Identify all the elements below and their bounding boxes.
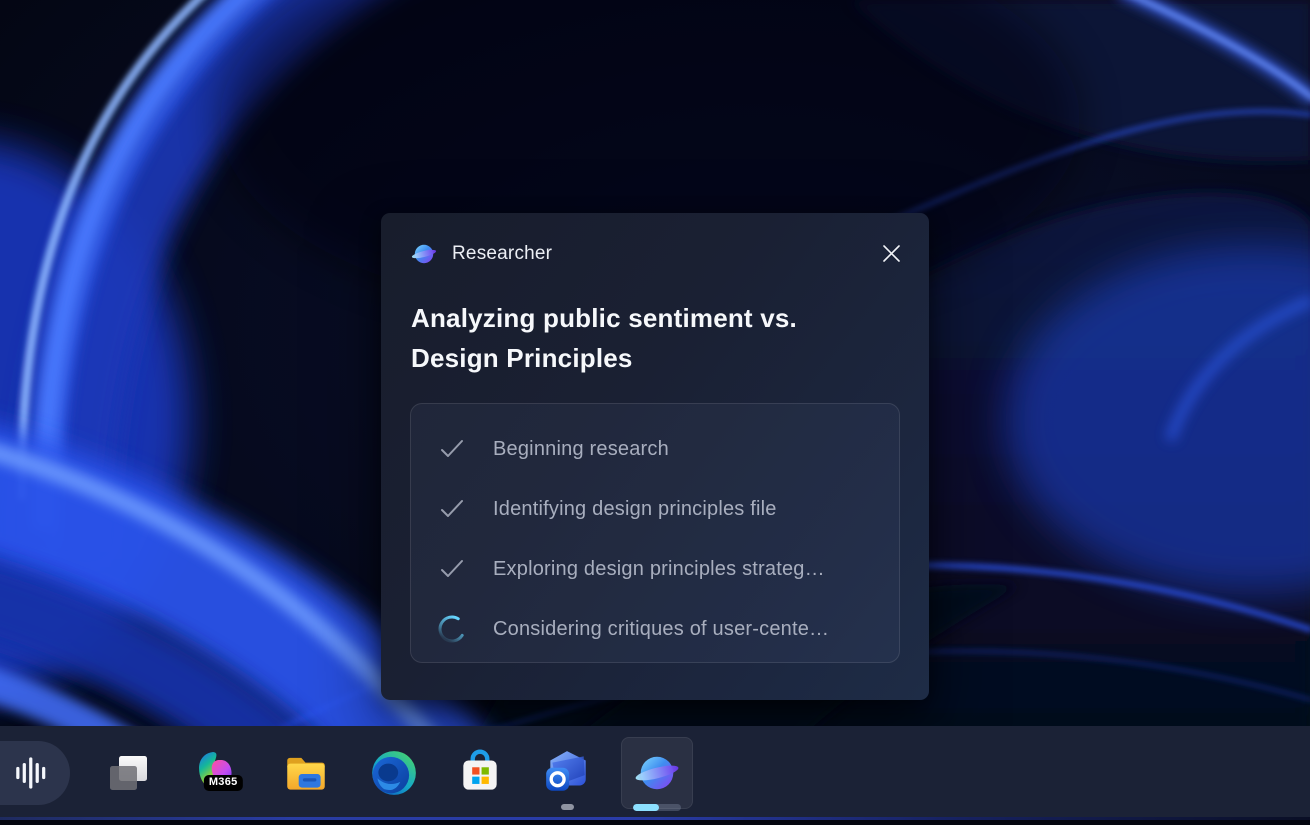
check-icon (437, 554, 467, 584)
close-button[interactable] (875, 237, 907, 269)
task-view-icon (104, 749, 152, 797)
m365-copilot-icon: M365 (192, 748, 242, 798)
folder-icon (281, 748, 331, 798)
researcher-planet-icon (411, 241, 437, 267)
researcher-planet-icon (634, 750, 680, 796)
task-label: Beginning research (493, 438, 669, 461)
task-row: Identifying design principles file (411, 479, 899, 539)
waveform-icon (11, 754, 49, 792)
check-icon (437, 494, 467, 524)
researcher-progress-indicator (633, 804, 681, 811)
task-row: Exploring design principles strateg… (411, 539, 899, 599)
m365-badge: M365 (204, 775, 243, 791)
dialog-header: Researcher (381, 213, 929, 267)
close-icon (883, 245, 900, 262)
researcher-taskbar-button[interactable] (621, 737, 693, 809)
dialog-title-line1: Analyzing public sentiment vs. (411, 298, 899, 338)
task-label: Considering critiques of user-cente… (493, 618, 829, 641)
edge-icon (369, 748, 419, 798)
voice-waveform-button[interactable] (0, 741, 70, 805)
check-icon (437, 434, 467, 464)
task-label: Identifying design principles file (493, 498, 777, 521)
task-row: Beginning research (411, 419, 899, 479)
task-label: Exploring design principles strateg… (493, 558, 825, 581)
spinner-icon (437, 614, 467, 644)
task-row: Considering critiques of user-cente… (411, 599, 899, 659)
outlook-running-indicator (561, 804, 574, 810)
outlook-button[interactable] (534, 740, 600, 806)
store-icon (455, 748, 505, 798)
task-view-button[interactable] (95, 740, 161, 806)
dialog-title-line2: Design Principles (411, 338, 899, 378)
dialog-title: Analyzing public sentiment vs. Design Pr… (411, 298, 899, 378)
outlook-icon (542, 748, 592, 798)
file-explorer-button[interactable] (273, 740, 339, 806)
task-progress-card: Beginning research Identifying design pr… (410, 403, 900, 663)
researcher-progress-dialog: Researcher Analyzing public sentiment vs… (381, 213, 929, 700)
m365-copilot-button[interactable]: M365 (184, 740, 250, 806)
edge-button[interactable] (361, 740, 427, 806)
taskbar: M365 (0, 726, 1310, 820)
microsoft-store-button[interactable] (447, 740, 513, 806)
researcher-progress-fill (633, 804, 659, 811)
dialog-app-name: Researcher (452, 243, 552, 265)
